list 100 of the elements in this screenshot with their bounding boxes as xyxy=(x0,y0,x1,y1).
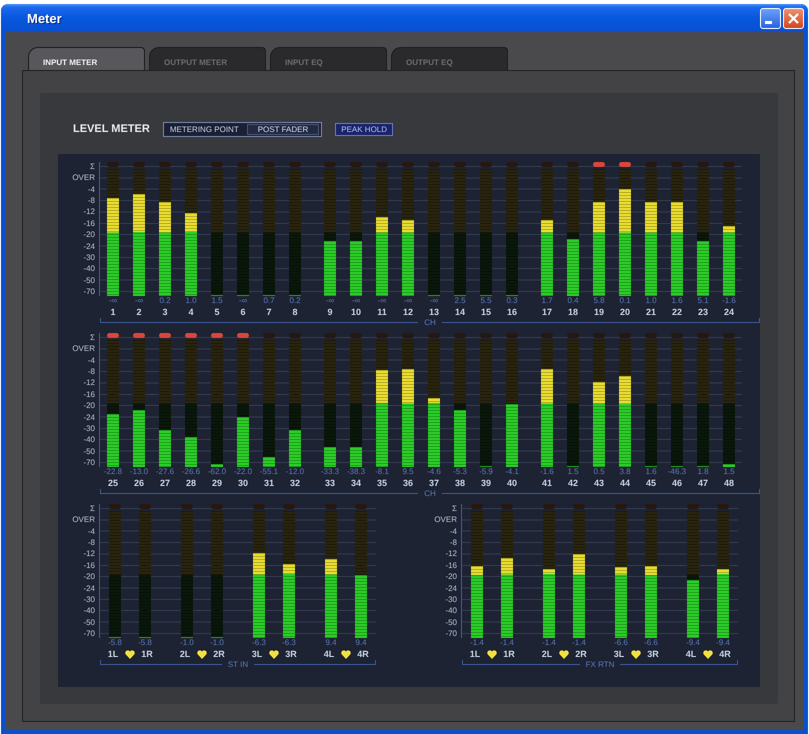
channel-number: 3R xyxy=(647,648,659,660)
minimize-icon xyxy=(765,20,772,24)
scale-label: -20 xyxy=(445,572,457,582)
meter-reading: -33.3 xyxy=(320,467,340,477)
channel-number: 15 xyxy=(480,306,491,318)
scale-label: -8 xyxy=(88,367,95,376)
scale-label: -40 xyxy=(83,264,95,274)
tab[interactable]: INPUT METER xyxy=(28,47,145,70)
channel-number: 13 xyxy=(428,306,439,318)
scale-label: OVER xyxy=(72,515,95,524)
scale-label: -30 xyxy=(83,424,95,433)
channel-number: 2L xyxy=(180,648,190,660)
scale-label: OVER xyxy=(72,173,95,182)
channel-number: 5 xyxy=(214,306,220,318)
meter-reading: -9.4 xyxy=(686,638,700,648)
scale-label: -70 xyxy=(445,628,457,638)
channel-number: 11 xyxy=(377,306,387,318)
meter-reading: -55.1 xyxy=(260,467,278,477)
scale-label: -70 xyxy=(83,286,95,296)
peak-hold-button[interactable]: PEAK HOLD xyxy=(335,122,394,136)
channel-number: 23 xyxy=(698,306,708,318)
channel-number: 34 xyxy=(350,477,361,489)
scale-label: -30 xyxy=(445,594,457,604)
scale-label: -24 xyxy=(83,412,95,422)
minimize-button[interactable] xyxy=(760,8,781,28)
channel-number: 24 xyxy=(724,306,734,318)
meter-reading: -12.0 xyxy=(286,467,304,477)
channel-number: 28 xyxy=(186,477,196,489)
channel-number: 44 xyxy=(620,477,630,489)
channel-number: 43 xyxy=(594,477,604,489)
meter-reading: -4.6 xyxy=(427,467,441,477)
meter-reading: -5.8 xyxy=(108,638,122,648)
meter-reading: 9.5 xyxy=(402,467,414,477)
meter-reading: 9.4 xyxy=(355,638,367,648)
channel-number: 29 xyxy=(212,477,222,489)
channel-number: 14 xyxy=(454,306,465,318)
scale-label: -4 xyxy=(88,526,95,536)
meter-reading: -4.1 xyxy=(505,467,519,477)
channel-number: 9 xyxy=(327,306,332,318)
meter-reading: -1.4 xyxy=(470,638,484,648)
channel-number: 19 xyxy=(594,306,604,318)
channel-number: 3 xyxy=(162,306,168,318)
meter-reading: -∞ xyxy=(404,296,412,306)
meter-reading: 1.6 xyxy=(671,296,683,306)
channel-number: 2R xyxy=(213,648,225,660)
meter-reading: 0.2 xyxy=(159,296,171,306)
scale-label: -30 xyxy=(83,594,95,604)
meter-reading: 0.7 xyxy=(263,296,275,306)
channel-number: 38 xyxy=(454,477,465,489)
meter-reading: 1.6 xyxy=(645,467,657,477)
scale-label: -4 xyxy=(88,184,95,194)
channel-number: 21 xyxy=(646,306,656,318)
close-button[interactable] xyxy=(783,8,804,28)
channel-number: 32 xyxy=(290,477,300,489)
scale-label: -12 xyxy=(83,549,95,558)
close-icon xyxy=(788,12,799,24)
scale-label: -8 xyxy=(88,196,95,206)
scale-label: -12 xyxy=(445,549,457,558)
meter-reading: -5.3 xyxy=(453,467,467,477)
scale-label: Σ xyxy=(452,504,457,513)
meter-reading: 0.5 xyxy=(593,467,605,477)
meter-reading: 0.1 xyxy=(619,296,631,306)
scale-label: -20 xyxy=(83,572,95,582)
channel-number: 42 xyxy=(568,477,578,489)
group-label: FX RTN xyxy=(584,660,616,670)
channel-number: 48 xyxy=(724,477,734,489)
scale-label: -16 xyxy=(83,218,95,228)
meter-reading: -8.1 xyxy=(375,467,389,477)
scale-label: Σ xyxy=(90,333,95,342)
metering-point-dropdown[interactable]: POST FADER xyxy=(246,124,320,134)
group-label: CH xyxy=(423,318,437,328)
channel-number: 1L xyxy=(108,648,118,660)
channel-number: 1 xyxy=(110,306,116,318)
scale-label: -16 xyxy=(83,390,95,399)
channel-number: 10 xyxy=(350,306,361,318)
meter-reading: -1.4 xyxy=(572,638,586,648)
channel-number: 17 xyxy=(542,306,552,318)
meter-reading: -∞ xyxy=(108,296,118,306)
meter-reading: -∞ xyxy=(352,296,360,306)
meter-reading: -46.3 xyxy=(668,467,686,477)
group-label: ST IN xyxy=(226,660,250,670)
channel-number: 3R xyxy=(285,648,297,660)
channel-number: 35 xyxy=(376,477,387,489)
meter-reading: -6.3 xyxy=(252,638,266,648)
scale-label: -16 xyxy=(83,560,95,570)
channel-number: 41 xyxy=(542,477,552,489)
meter-reading: -1.0 xyxy=(180,638,194,648)
scale-label: -24 xyxy=(83,584,95,593)
meter-reading: -1.4 xyxy=(500,638,514,648)
scale-label: -20 xyxy=(83,401,95,410)
meter-reading: 5.5 xyxy=(480,296,492,306)
channel-number: 47 xyxy=(698,477,708,489)
scale-label: -30 xyxy=(83,252,95,262)
meter-reading: 0.2 xyxy=(289,296,301,306)
scale-label: -24 xyxy=(83,242,95,251)
scale-label: -50 xyxy=(83,618,95,627)
channel-number: 31 xyxy=(264,477,274,489)
meter-reading: 2.5 xyxy=(454,296,466,306)
scale-label: -40 xyxy=(83,435,95,444)
scale-label: -8 xyxy=(88,538,95,548)
